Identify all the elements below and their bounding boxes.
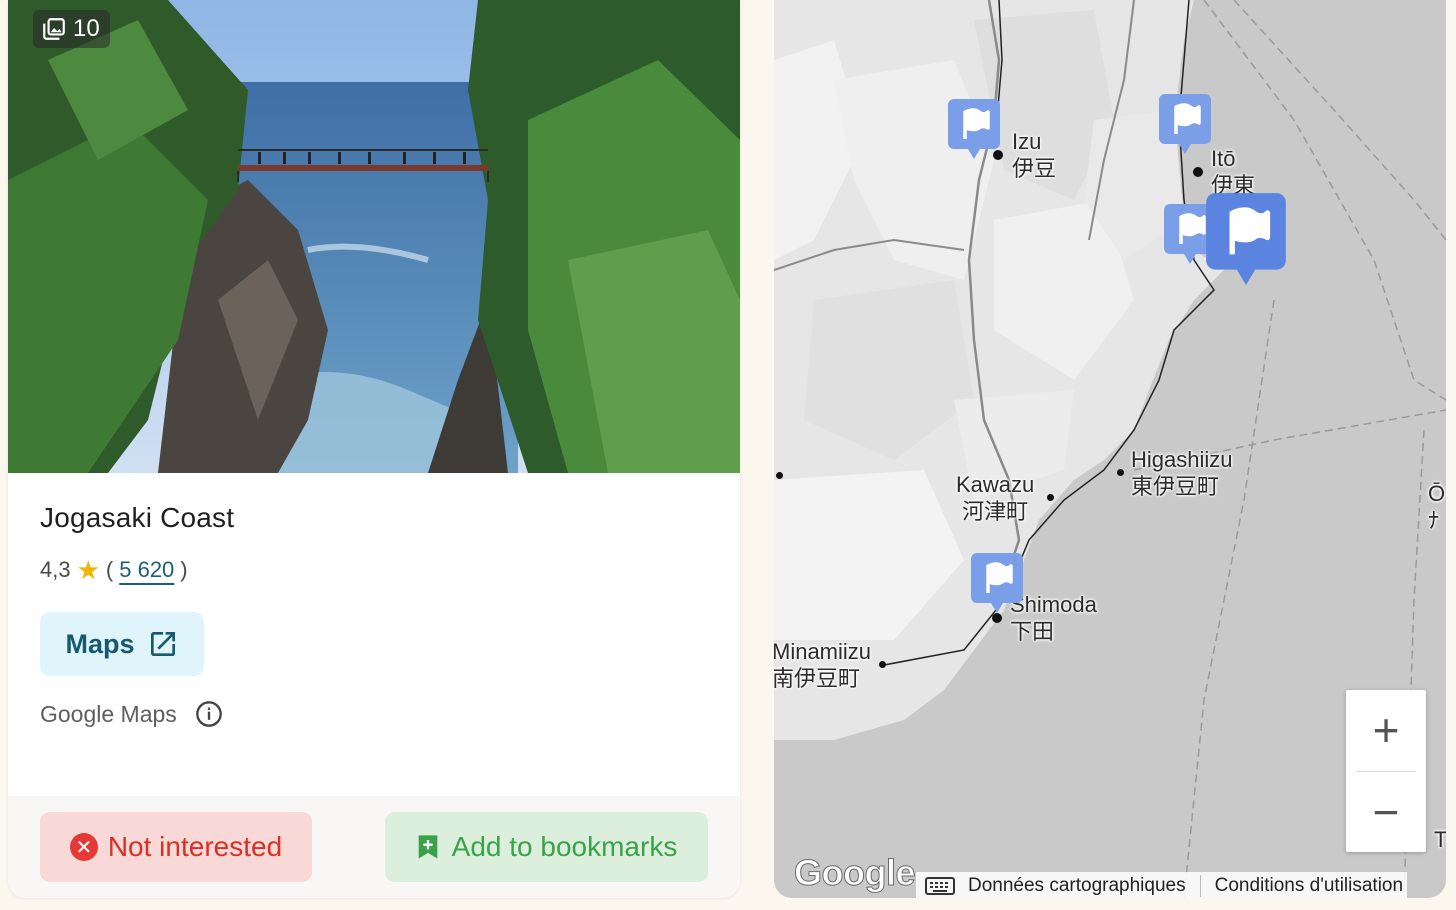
place-card: 10 Jogasaki Coast 4,3 ★ (5 620) Maps Goo… — [8, 0, 740, 898]
add-to-bookmarks-button[interactable]: Add to bookmarks — [385, 812, 708, 882]
rating-value: 4,3 — [40, 557, 71, 582]
map-label-minamiizu-name: Minamiizu — [774, 639, 872, 664]
map-label-ito-name: Itō — [1211, 146, 1236, 171]
ito-dot — [1193, 167, 1203, 177]
photo-count-text: 10 — [73, 15, 100, 42]
google-logo: Google — [794, 852, 917, 894]
map-label-edge-2-text: ﾅ — [1428, 508, 1440, 533]
photo-count-badge: 10 — [33, 10, 110, 48]
map-label-minamiizu-native: 南伊豆町 — [774, 666, 861, 691]
higashiizu-dot — [1117, 469, 1124, 476]
map-data-attribution[interactable]: Données cartographiques — [964, 875, 1190, 897]
review-paren-close: ) — [180, 557, 188, 582]
kawazu-dot — [1047, 494, 1054, 501]
zoom-controls: + − — [1346, 690, 1426, 852]
map-label-kawazu-native: 河津町 — [962, 499, 1029, 524]
maps-button-label: Maps — [65, 628, 135, 659]
zoom-in-button[interactable]: + — [1346, 690, 1426, 770]
add-bookmark-label: Add to bookmarks — [451, 831, 678, 862]
not-interested-label: Not interested — [107, 831, 283, 862]
minamiizu-dot — [879, 661, 886, 668]
review-paren-open: ( — [105, 557, 114, 582]
map-label-izu-native: 伊豆 — [1012, 156, 1057, 181]
external-link-icon — [150, 632, 175, 656]
info-icon[interactable] — [195, 700, 223, 728]
flag-pin-jogasaki-selected[interactable] — [1203, 190, 1289, 288]
gallery-icon — [43, 18, 65, 40]
zoom-out-button[interactable]: − — [1346, 772, 1426, 852]
map-label-higashiizu: Higashiizu 東伊豆町 — [1131, 446, 1233, 500]
map-label-kawazu-name: Kawazu — [956, 472, 1035, 497]
keyboard-shortcuts-icon[interactable] — [916, 872, 964, 898]
map-label-kawazu: Kawazu 河津町 — [956, 471, 1034, 525]
map-label-higashiizu-native: 東伊豆町 — [1131, 474, 1220, 499]
map-label-edge-3: T — [1434, 826, 1446, 853]
coast-photo-illustration — [8, 0, 740, 473]
place-title: Jogasaki Coast — [40, 502, 235, 533]
edge-dot — [776, 472, 783, 479]
card-footer: ✕ Not interested Add to bookmarks — [8, 796, 740, 898]
source-row: Google Maps — [40, 700, 223, 728]
star-icon: ★ — [76, 555, 100, 585]
map-label-edge-1: Ō ﾅ — [1428, 480, 1445, 534]
close-circle-icon: ✕ — [69, 833, 98, 861]
review-count-link[interactable]: 5 620 — [119, 557, 174, 583]
attribution-divider — [1199, 875, 1201, 897]
keyboard-icon — [925, 877, 955, 895]
place-photo[interactable]: 10 — [8, 0, 740, 473]
map-label-minamiizu: Minamiizu 南伊豆町 — [774, 638, 871, 692]
bookmark-add-icon — [418, 835, 437, 859]
map-label-higashiizu-name: Higashiizu — [1131, 447, 1233, 472]
not-interested-button[interactable]: ✕ Not interested — [40, 812, 312, 882]
flag-pin-ito[interactable] — [1157, 92, 1213, 156]
open-in-maps-button[interactable]: Maps — [40, 612, 204, 676]
source-label: Google Maps — [40, 700, 177, 727]
flag-pin-izu[interactable] — [946, 97, 1002, 161]
flag-pin-shimoda[interactable] — [969, 551, 1025, 615]
map-label-edge-1-text: Ō — [1428, 481, 1446, 506]
map-label-izu-name: Izu — [1012, 129, 1042, 154]
map-label-izu: Izu 伊豆 — [1012, 128, 1056, 182]
map-attribution-bar: Données cartographiques Conditions d'uti… — [916, 872, 1408, 898]
map-label-edge-3-text: T — [1434, 827, 1446, 852]
terms-of-use-link[interactable]: Conditions d'utilisation — [1211, 875, 1407, 897]
rating-row: 4,3 ★ (5 620) — [40, 557, 188, 583]
map-label-shimoda-native: 下田 — [1010, 619, 1055, 644]
map-view[interactable]: Izu 伊豆 Itō 伊東 Higashiizu 東伊豆町 Kawazu 河津町… — [774, 0, 1446, 898]
